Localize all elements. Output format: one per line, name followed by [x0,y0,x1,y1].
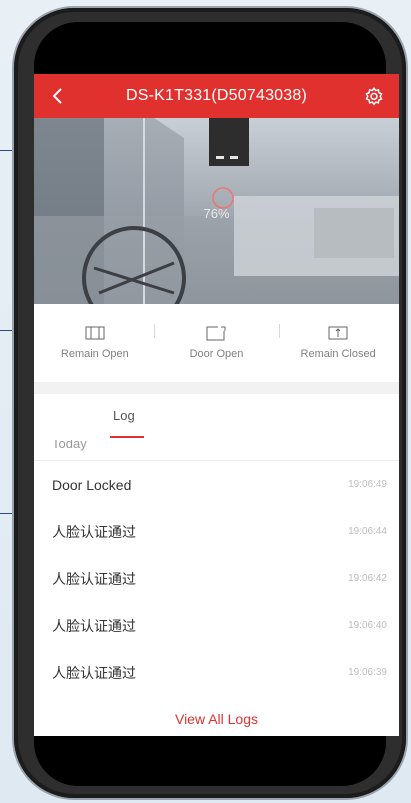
phone-bezel-top [34,22,386,82]
remain-closed-button[interactable]: Remain Closed [283,326,393,360]
log-event: 人脸认证通过 [52,570,136,587]
log-event: 人脸认证通过 [52,617,136,634]
log-row: 人脸认证通过 19:06:39 [34,649,399,696]
log-time: 19:06:42 [348,573,387,584]
door-open-button[interactable]: Door Open [161,326,271,360]
loading-percent: 76% [203,206,230,221]
top-bar: DS-K1T331(D50743038) [34,74,399,118]
phone-bezel-bottom [34,736,386,786]
phone-frame: DS-K1T331(D50743038) 76% Remain Open Doo… [14,8,406,798]
divider [279,324,280,338]
remain-open-label: Remain Open [60,348,129,360]
log-event: Door Locked [52,476,132,493]
log-time: 19:06:39 [348,667,387,678]
remain-open-icon [85,326,105,340]
remain-open-button[interactable]: Remain Open [40,326,150,360]
log-time: 19:06:40 [348,620,387,631]
tab-log[interactable]: Log [113,408,135,423]
view-all-logs-link[interactable]: View All Logs [34,696,399,736]
settings-gear-icon[interactable] [363,86,385,108]
log-row: 人脸认证通过 19:06:42 [34,555,399,602]
app-screen: DS-K1T331(D50743038) 76% Remain Open Doo… [34,74,399,736]
back-arrow-icon[interactable] [48,86,68,106]
live-video-preview[interactable]: 76% [34,118,399,304]
log-row: 人脸认证通过 19:06:40 [34,602,399,649]
door-open-icon [206,326,226,341]
log-time: 19:06:44 [348,526,387,537]
tab-bar: Log [34,394,399,440]
log-row: 人脸认证通过 19:06:44 [34,508,399,555]
log-day-label: Today [52,440,87,451]
log-event: 人脸认证通过 [52,664,136,681]
remain-closed-icon [328,326,348,340]
log-row: Door Locked 19:06:49 [34,461,399,508]
device-title: DS-K1T331(D50743038) [126,87,307,104]
door-controls: Remain Open Door Open Remain Closed [34,304,399,382]
log-event: 人脸认证通过 [52,523,136,540]
door-open-label: Door Open [189,348,244,360]
tab-active-indicator [110,436,144,438]
log-day-header: Today [34,440,399,461]
remain-closed-label: Remain Closed [300,348,376,360]
log-time: 19:06:49 [348,479,387,490]
divider [154,324,155,338]
log-list: Today Door Locked 19:06:49 人脸认证通过 19:06:… [34,440,399,736]
